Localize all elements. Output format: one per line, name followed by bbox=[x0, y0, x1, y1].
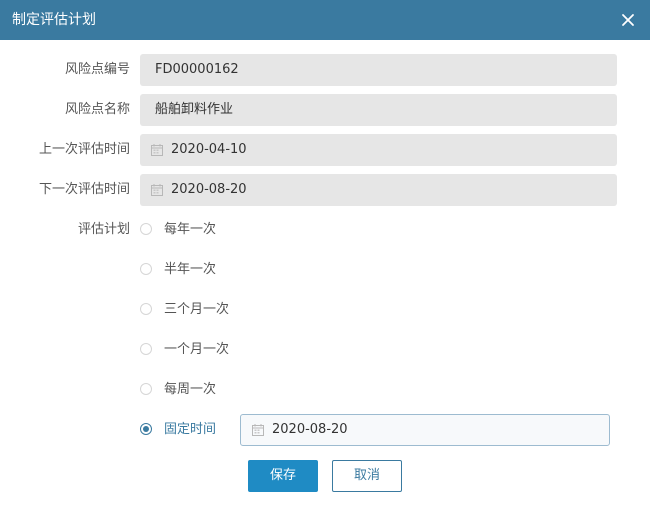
next-eval-row: 下一次评估时间 2020-08-20 bbox=[0, 174, 650, 206]
calendar-icon bbox=[252, 424, 264, 436]
save-button[interactable]: 保存 bbox=[248, 460, 318, 492]
fixed-date-value: 2020-08-20 bbox=[272, 422, 348, 437]
calendar-icon bbox=[151, 184, 163, 196]
plan-option-quarterly: 三个月一次 bbox=[0, 294, 650, 326]
radio-quarterly-label[interactable]: 三个月一次 bbox=[164, 294, 229, 326]
risk-name-value: 船舶卸料作业 bbox=[155, 102, 234, 117]
radio-yearly-label[interactable]: 每年一次 bbox=[164, 214, 216, 246]
next-eval-value: 2020-08-20 bbox=[171, 182, 247, 197]
cancel-button[interactable]: 取消 bbox=[332, 460, 402, 492]
radio-weekly[interactable] bbox=[140, 383, 152, 395]
risk-name-row: 风险点名称 船舶卸料作业 bbox=[0, 94, 650, 126]
fixed-date-input[interactable]: 2020-08-20 bbox=[240, 414, 610, 446]
risk-code-row: 风险点编号 FD00000162 bbox=[0, 54, 650, 86]
radio-monthly[interactable] bbox=[140, 343, 152, 355]
last-eval-label: 上一次评估时间 bbox=[38, 142, 130, 157]
plan-label: 评估计划 bbox=[77, 222, 130, 237]
calendar-icon bbox=[151, 144, 163, 156]
plan-option-fixed: 固定时间 2020-08-20 bbox=[0, 414, 650, 446]
radio-monthly-label[interactable]: 一个月一次 bbox=[164, 334, 229, 366]
plan-option-weekly: 每周一次 bbox=[0, 374, 650, 406]
risk-code-field: FD00000162 bbox=[140, 54, 617, 86]
last-eval-field: 2020-04-10 bbox=[140, 134, 617, 166]
dialog-titlebar: 制定评估计划 bbox=[0, 0, 650, 40]
plan-option-yearly: 评估计划 每年一次 bbox=[0, 214, 650, 246]
dialog-title: 制定评估计划 bbox=[12, 12, 96, 28]
radio-yearly[interactable] bbox=[140, 223, 152, 235]
risk-name-label: 风险点名称 bbox=[64, 102, 130, 117]
radio-fixed[interactable] bbox=[140, 423, 152, 435]
plan-option-half-yearly: 半年一次 bbox=[0, 254, 650, 286]
plan-option-monthly: 一个月一次 bbox=[0, 334, 650, 366]
radio-weekly-label[interactable]: 每周一次 bbox=[164, 374, 216, 406]
evaluation-plan-dialog: 制定评估计划 风险点编号 FD00000162 风险点名称 船舶卸料作业 上一次… bbox=[0, 0, 650, 511]
last-eval-value: 2020-04-10 bbox=[171, 142, 247, 157]
radio-fixed-label[interactable]: 固定时间 bbox=[164, 414, 216, 446]
radio-half-yearly-label[interactable]: 半年一次 bbox=[164, 254, 216, 286]
risk-code-label: 风险点编号 bbox=[64, 62, 130, 77]
risk-code-value: FD00000162 bbox=[155, 62, 239, 77]
last-eval-row: 上一次评估时间 2020-04-10 bbox=[0, 134, 650, 166]
risk-name-field: 船舶卸料作业 bbox=[140, 94, 617, 126]
close-icon[interactable] bbox=[620, 12, 636, 28]
radio-half-yearly[interactable] bbox=[140, 263, 152, 275]
radio-quarterly[interactable] bbox=[140, 303, 152, 315]
next-eval-label: 下一次评估时间 bbox=[38, 182, 130, 197]
next-eval-field: 2020-08-20 bbox=[140, 174, 617, 206]
